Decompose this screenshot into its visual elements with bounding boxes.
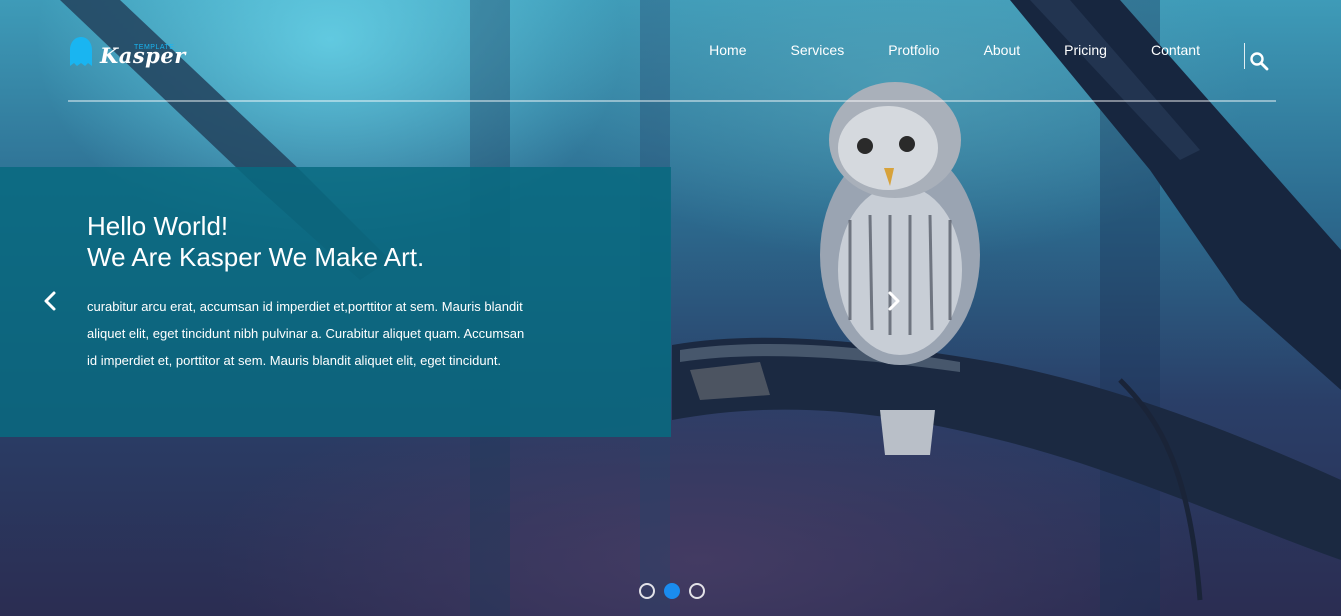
logo-tagline: TEMPLATE — [134, 44, 175, 51]
chevron-left-icon[interactable] — [40, 289, 60, 313]
slider-dot[interactable] — [664, 583, 680, 599]
nav-link-pricing[interactable]: Pricing — [1064, 42, 1107, 58]
nav-link-about[interactable]: About — [984, 42, 1021, 58]
hero-title-line1: Hello World! — [87, 211, 229, 241]
nav-link-portfolio[interactable]: Protfolio — [888, 42, 939, 58]
nav-link-home[interactable]: Home — [709, 42, 746, 58]
chevron-right-icon[interactable] — [884, 289, 904, 313]
hero-panel: Hello World! We Are Kasper We Make Art. … — [0, 167, 671, 437]
hero-title-line2: We Are Kasper We Make Art. — [87, 242, 425, 272]
slider-pagination — [639, 583, 705, 599]
nav-link-services[interactable]: Services — [791, 42, 845, 58]
logo[interactable]: Kasper TEMPLATE — [68, 36, 186, 68]
nav-link-contact[interactable]: Contant — [1151, 42, 1200, 58]
nav-divider — [1244, 43, 1245, 69]
main-nav: Home Services Protfolio About Pricing Co… — [665, 42, 1200, 58]
site-header: Kasper TEMPLATE Home Services Protfolio … — [68, 32, 1276, 102]
hero-description: curabitur arcu erat, accumsan id imperdi… — [87, 299, 525, 368]
slider-dot[interactable] — [639, 583, 655, 599]
ghost-logo-icon — [70, 37, 92, 66]
slider-dot[interactable] — [689, 583, 705, 599]
search-icon[interactable] — [1249, 51, 1269, 71]
hero-title: Hello World! We Are Kasper We Make Art. — [87, 211, 424, 273]
